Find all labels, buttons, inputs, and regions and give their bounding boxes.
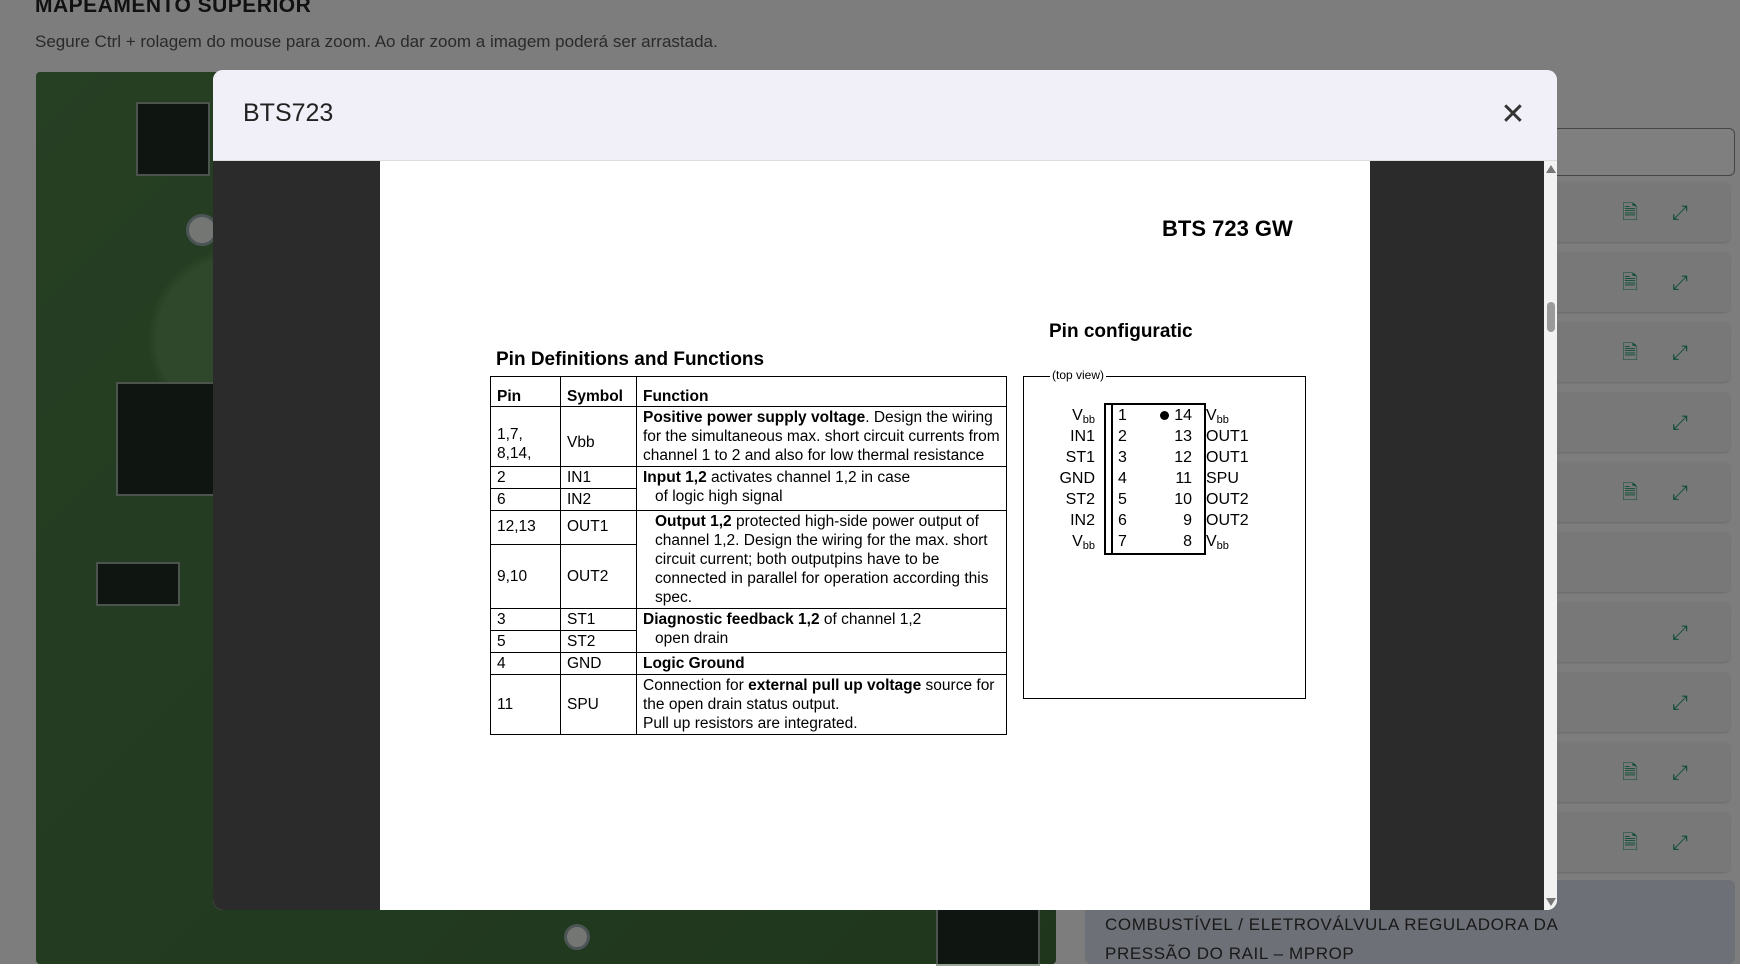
table-header-row: Pin Symbol Function	[490, 376, 1007, 407]
pdf-viewer[interactable]: BTS 723 GW Pin configuratic Pin Definiti…	[213, 161, 1544, 910]
pin-cell: 4	[490, 652, 561, 675]
pin-right-number: 9	[1183, 512, 1192, 529]
modal-header: BTS723 ✕	[213, 70, 1557, 161]
symbol-cell: ST1	[560, 608, 637, 631]
table-row: 4 GND Logic Ground	[490, 652, 1007, 675]
symbol-cell: IN1	[560, 466, 637, 489]
document-heading: BTS 723 GW	[1162, 216, 1293, 241]
column-header: Pin	[490, 376, 561, 407]
pin-left-label: ST1	[1065, 449, 1095, 466]
pin-left-label: Vbb	[1072, 533, 1095, 552]
scroll-up-icon[interactable]	[1546, 165, 1556, 173]
pin-cell: 3	[490, 608, 561, 631]
function-cell: Logic Ground	[636, 652, 1007, 675]
pin-left-label: GND	[1059, 470, 1095, 487]
pdf-page: BTS 723 GW Pin configuratic Pin Definiti…	[380, 161, 1370, 910]
symbol-cell: OUT1	[560, 510, 637, 545]
pin-right-label: SPU	[1206, 470, 1239, 487]
pin-left-number: 1	[1118, 407, 1127, 424]
pin-cell: 2	[490, 466, 561, 489]
pin-right-number: 8	[1183, 533, 1192, 550]
pin-left-label: IN2	[1070, 512, 1095, 529]
pin-cell: 12,13	[490, 510, 561, 545]
pin-left-number: 6	[1118, 512, 1127, 529]
pin-right-label: OUT2	[1206, 491, 1249, 508]
pin-right-number: 10	[1174, 491, 1192, 508]
ic-package-edge	[1111, 403, 1113, 555]
symbol-cell: ST2	[560, 630, 637, 653]
pin-right-number: 13	[1174, 428, 1192, 445]
table-row: 1,7, 8,14, Vbb Positive power supply vol…	[490, 406, 1007, 467]
pin-left-number: 5	[1118, 491, 1127, 508]
pin-cell: 11	[490, 674, 561, 735]
pin-definitions-table: Pin Symbol Function 1,7, 8,14, Vbb Posit…	[490, 376, 1007, 735]
pin-right-label: OUT2	[1206, 512, 1249, 529]
pin-left-number: 7	[1118, 533, 1127, 550]
pin-left-number: 4	[1118, 470, 1127, 487]
scroll-down-icon[interactable]	[1546, 898, 1556, 906]
column-header: Function	[636, 376, 1007, 407]
pin-definitions-title: Pin Definitions and Functions	[496, 349, 765, 370]
scrollbar-thumb[interactable]	[1547, 302, 1555, 332]
table-row: 2 IN1 Input 1,2 activates channel 1,2 in…	[490, 466, 1007, 511]
pin-left-number: 3	[1118, 449, 1127, 466]
function-cell: Output 1,2 protected high-side power out…	[636, 510, 1007, 609]
function-cell: Connection for external pull up voltage …	[636, 674, 1007, 735]
pin-right-number: 12	[1174, 449, 1192, 466]
pin-left-number: 2	[1118, 428, 1127, 445]
pin-cell: 1,7, 8,14,	[490, 406, 561, 467]
function-cell: Positive power supply voltage. Design th…	[636, 406, 1007, 467]
scrollbar[interactable]	[1544, 161, 1557, 910]
pin-right-label: Vbb	[1206, 533, 1229, 552]
pin-right-label: OUT1	[1206, 449, 1249, 466]
table-row: 12,13 OUT1 Output 1,2 protected high-sid…	[490, 510, 1007, 609]
modal-title: BTS723	[243, 99, 334, 127]
pin-right-label: OUT1	[1206, 428, 1249, 445]
pin-right-number: 14	[1174, 407, 1192, 424]
pin-cell: 6	[490, 488, 561, 511]
symbol-cell: Vbb	[560, 406, 637, 467]
symbol-cell: IN2	[560, 488, 637, 511]
symbol-cell: SPU	[560, 674, 637, 735]
function-cell: Diagnostic feedback 1,2 of channel 1,2 op…	[636, 608, 1007, 653]
close-icon[interactable]: ✕	[1496, 98, 1530, 132]
symbol-cell: OUT2	[560, 544, 637, 609]
table-row: 11 SPU Connection for external pull up v…	[490, 674, 1007, 735]
pin-right-number: 11	[1175, 470, 1192, 487]
function-cell: Input 1,2 activates channel 1,2 in case o…	[636, 466, 1007, 511]
column-header: Symbol	[560, 376, 637, 407]
symbol-cell: GND	[560, 652, 637, 675]
pin-configuration-title: Pin configuratic	[1049, 321, 1193, 342]
pin-cell: 9,10	[490, 544, 561, 609]
pin-left-label: ST2	[1065, 491, 1095, 508]
datasheet-modal: BTS723 ✕ BTS 723 GW Pin configuratic Pin…	[213, 70, 1557, 910]
top-view-label: (top view)	[1050, 368, 1107, 382]
pin-cell: 5	[490, 630, 561, 653]
pin-left-label: IN1	[1070, 428, 1095, 445]
table-row: 3 ST1 Diagnostic feedback 1,2 of channel…	[490, 608, 1007, 653]
